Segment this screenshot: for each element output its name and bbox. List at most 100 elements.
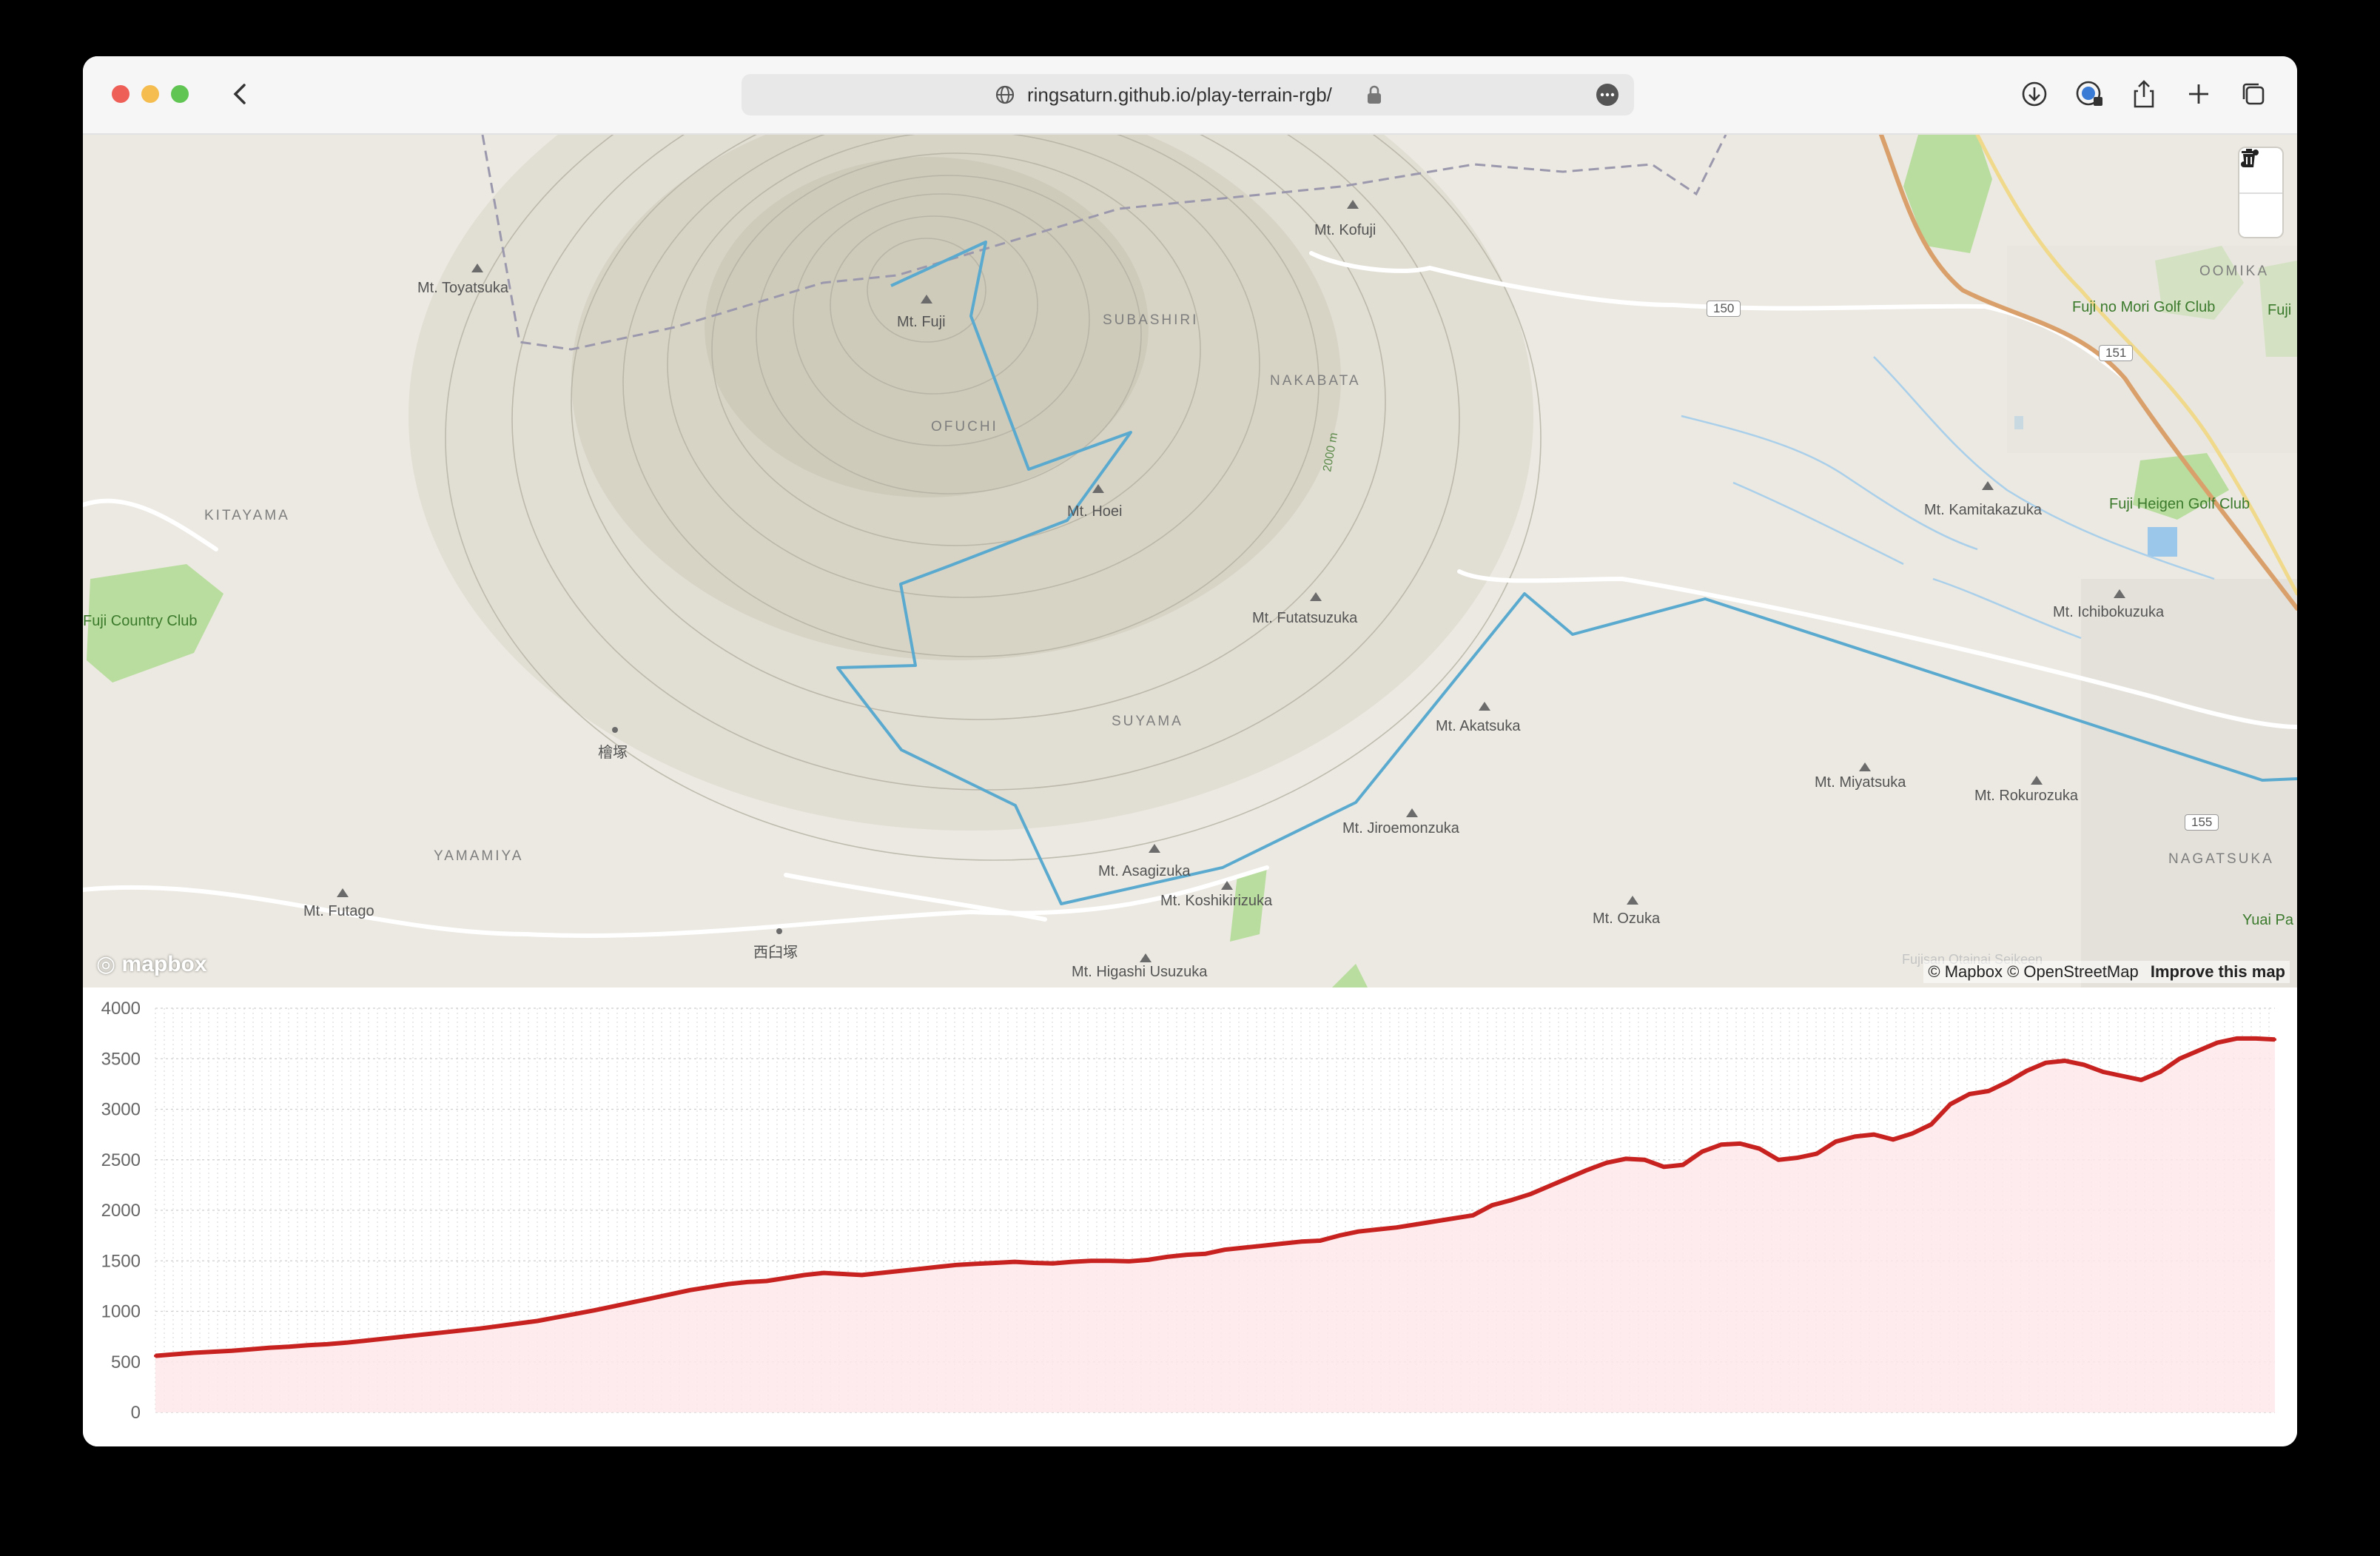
map-graphics	[83, 135, 2297, 987]
elevation-point	[1204, 1252, 1208, 1255]
label-mt-miyatsuka: Mt. Miyatsuka	[1815, 774, 1906, 791]
elevation-point	[1070, 1260, 1074, 1264]
elevation-point	[1357, 1230, 1360, 1233]
new-tab-icon[interactable]	[2182, 77, 2216, 111]
elevation-point	[478, 1327, 482, 1330]
elevation-point	[363, 1339, 367, 1343]
label-fuji-heigen: Fuji Heigen Golf Club	[2109, 496, 2250, 512]
elevation-point	[994, 1261, 998, 1264]
elevation-point	[745, 1280, 749, 1284]
elevation-point	[1777, 1158, 1781, 1161]
y-tick-label: 4000	[101, 999, 141, 1019]
elevation-point	[898, 1269, 902, 1272]
elevation-point	[230, 1349, 234, 1352]
label-mt-fuji: Mt. Fuji	[897, 314, 946, 330]
elevation-point	[2216, 1041, 2219, 1044]
elevation-point	[1719, 1143, 1723, 1147]
label-nakabata: NAKABATA	[1270, 373, 1361, 389]
elevation-point	[268, 1346, 272, 1349]
elevation-point	[1127, 1259, 1131, 1263]
elevation-point	[211, 1350, 215, 1354]
minimize-window-button[interactable]	[141, 85, 159, 103]
back-icon[interactable]	[223, 77, 258, 111]
elevation-point	[1089, 1259, 1093, 1263]
elevation-point	[1452, 1216, 1456, 1220]
y-tick-label: 1500	[101, 1251, 141, 1271]
lock-icon	[1366, 84, 1382, 109]
y-tick-label: 1000	[101, 1302, 141, 1322]
elevation-point	[574, 1312, 577, 1315]
elevation-point	[688, 1288, 692, 1292]
elevation-chart: 4000 3500 3000 2500 2000 1500 1000 500 0	[83, 989, 2297, 1446]
elevation-point	[2254, 1036, 2258, 1040]
elevation-point	[1051, 1261, 1055, 1265]
browser-window: ringsaturn.github.io/play-terrain-rgb/ M…	[83, 56, 2297, 1446]
elevation-point	[1395, 1226, 1399, 1230]
password-icon[interactable]	[2072, 77, 2106, 111]
map-attribution: © Mapbox © OpenStreetMap Improve this ma…	[1923, 961, 2290, 983]
elevation-point	[1490, 1204, 1494, 1207]
elevation-point	[1300, 1240, 1303, 1244]
y-tick-label: 2000	[101, 1201, 141, 1221]
address-bar[interactable]: ringsaturn.github.io/play-terrain-rgb/	[742, 74, 1634, 115]
label-mt-ichibokuzuka: Mt. Ichibokuzuka	[2053, 604, 2165, 620]
label-mt-akatsuka: Mt. Akatsuka	[1436, 718, 1521, 734]
elevation-area	[155, 1038, 2275, 1412]
tabs-icon[interactable]	[2236, 77, 2270, 111]
label-yamamiya: YAMAMIYA	[434, 848, 524, 864]
globe-icon	[995, 84, 1015, 109]
elevation-point	[306, 1344, 310, 1347]
elevation-point	[631, 1301, 634, 1304]
elevation-point	[1604, 1161, 1608, 1164]
label-mt-kamitakazuka: Mt. Kamitakazuka	[1924, 502, 2042, 518]
elevation-point	[517, 1321, 520, 1325]
mapbox-logo[interactable]: ◎ mapbox	[96, 951, 207, 977]
elevation-point	[2120, 1074, 2124, 1078]
elevation-point	[1109, 1259, 1112, 1263]
more-icon[interactable]	[1596, 83, 1619, 110]
elevation-point	[612, 1304, 616, 1308]
label-mt-hoei: Mt. Hoei	[1067, 503, 1123, 520]
elevation-point	[841, 1272, 844, 1275]
elevation-point	[2159, 1070, 2162, 1073]
label-mt-asagizuka: Mt. Asagizuka	[1098, 863, 1191, 879]
elevation-point	[2178, 1057, 2181, 1061]
zoom-window-button[interactable]	[171, 85, 189, 103]
trash-icon[interactable]	[2239, 149, 2282, 238]
label-fuji-country-club: Fuji Country Club	[83, 613, 198, 629]
elevation-point	[2101, 1070, 2105, 1073]
label-mt-higashi-usuzuka: Mt. Higashi Usuzuka	[1072, 964, 1208, 980]
elevation-point	[803, 1273, 807, 1277]
elevation-point	[975, 1262, 978, 1266]
improve-map-link[interactable]: Improve this map	[2151, 962, 2285, 981]
y-tick-label: 3000	[101, 1100, 141, 1120]
elevation-point	[936, 1265, 940, 1269]
elevation-point	[918, 1267, 921, 1271]
label-mt-futago: Mt. Futago	[303, 903, 374, 919]
elevation-point	[1547, 1184, 1551, 1188]
url-text: ringsaturn.github.io/play-terrain-rgb/	[1027, 84, 1332, 106]
attribution-text[interactable]: © Mapbox © OpenStreetMap	[1928, 962, 2138, 981]
title-bar: ringsaturn.github.io/play-terrain-rgb/	[83, 56, 2297, 135]
map-canvas[interactable]: Mt. Toyatsuka Mt. Fuji SUBASHIRI Mt. Kof…	[83, 135, 2297, 987]
label-mt-jiroemonzuka: Mt. Jiroemonzuka	[1342, 820, 1459, 836]
elevation-point	[1968, 1093, 1971, 1096]
elevation-point	[1796, 1156, 1799, 1159]
elevation-point	[1929, 1123, 1933, 1126]
elevation-point	[154, 1354, 157, 1358]
elevation-point	[1567, 1176, 1570, 1180]
elevation-point	[1681, 1163, 1685, 1167]
elevation-point	[1185, 1253, 1189, 1257]
elevation-point	[1166, 1255, 1169, 1258]
elevation-point	[1910, 1132, 1914, 1136]
elevation-point	[1738, 1141, 1742, 1145]
share-icon[interactable]	[2127, 77, 2161, 111]
elevation-point	[1413, 1223, 1417, 1227]
label-ofuchi: OFUCHI	[931, 419, 998, 435]
elevation-point	[1643, 1158, 1647, 1161]
close-window-button[interactable]	[112, 85, 130, 103]
download-icon[interactable]	[2017, 77, 2051, 111]
label-fuji-partial: Fuji	[2268, 302, 2292, 318]
elevation-point	[326, 1342, 329, 1346]
elevation-point	[2025, 1069, 2028, 1073]
